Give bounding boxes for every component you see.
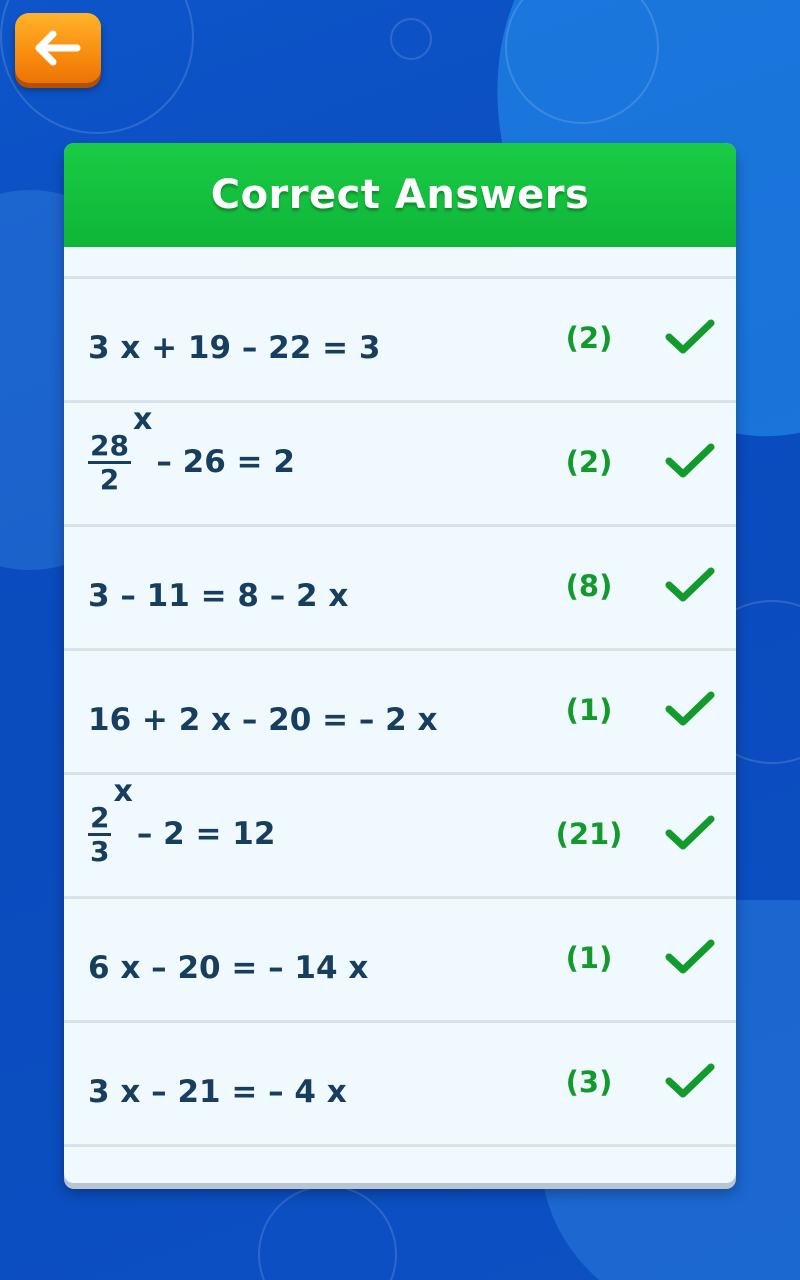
- answer-value: (1): [565, 693, 613, 727]
- check-icon: [665, 1063, 715, 1098]
- answer-row: 6 x – 20 = – 14 x (1): [64, 899, 736, 1023]
- back-button[interactable]: [15, 13, 101, 83]
- equation-text: 16 + 2 x – 20 = – 2 x: [88, 701, 438, 738]
- check-icon: [665, 691, 715, 726]
- fraction-variable: x: [113, 774, 133, 809]
- equation-text: – 26 = 2: [156, 443, 295, 480]
- answer-row: 2 3 x – 2 = 12 (21): [64, 775, 736, 899]
- fraction-denominator: 3: [90, 835, 110, 868]
- equation: 2 3 x – 2 = 12: [88, 775, 275, 896]
- answer-value: (1): [565, 941, 613, 975]
- equation: 28 2 x – 26 = 2: [88, 403, 295, 524]
- answer-value: (21): [555, 817, 623, 851]
- fraction-numerator: 28: [88, 429, 131, 464]
- correct-answers-panel: Correct Answers 3 x + 19 – 22 = 3 (2) 28…: [64, 143, 736, 1183]
- answer-value: (3): [565, 1065, 613, 1099]
- equation-text: – 2 = 12: [136, 815, 276, 852]
- fraction: 2 3: [88, 801, 112, 868]
- equation-text: 3 – 11 = 8 – 2 x: [88, 577, 349, 614]
- background-ring: [258, 1185, 397, 1280]
- answer-row: 3 x + 19 – 22 = 3 (2): [64, 279, 736, 403]
- answer-value: (8): [565, 569, 613, 603]
- answer-value: (2): [565, 445, 613, 479]
- check-icon: [665, 443, 715, 478]
- answer-row: 3 x – 21 = – 4 x (3): [64, 1023, 736, 1147]
- answer-row: 3 – 11 = 8 – 2 x (8): [64, 527, 736, 651]
- page-title: Correct Answers: [210, 172, 590, 218]
- fraction: 28 2: [88, 431, 131, 496]
- equation: 6 x – 20 = – 14 x: [88, 899, 368, 1020]
- equation-text: 6 x – 20 = – 14 x: [88, 949, 369, 986]
- check-icon: [665, 567, 715, 602]
- equation: 3 x – 21 = – 4 x: [88, 1023, 347, 1144]
- check-icon: [665, 815, 715, 850]
- answer-value: (2): [565, 321, 613, 355]
- check-icon: [665, 319, 715, 354]
- arrow-left-icon: [35, 30, 81, 66]
- answer-row: 16 + 2 x – 20 = – 2 x (1): [64, 651, 736, 775]
- equation-text: 3 x + 19 – 22 = 3: [88, 329, 381, 366]
- fraction-variable: x: [132, 402, 153, 437]
- panel-header: Correct Answers: [64, 143, 736, 247]
- fraction-denominator: 2: [99, 463, 120, 496]
- list-top-spacer: [64, 247, 736, 279]
- check-icon: [665, 939, 715, 974]
- equation-text: 3 x – 21 = – 4 x: [88, 1073, 347, 1110]
- equation: 3 – 11 = 8 – 2 x: [88, 527, 348, 648]
- background-ring: [390, 18, 432, 60]
- equation: 3 x + 19 – 22 = 3: [88, 279, 380, 400]
- fraction-numerator: 2: [88, 801, 112, 836]
- answer-row: 28 2 x – 26 = 2 (2): [64, 403, 736, 527]
- equation: 16 + 2 x – 20 = – 2 x: [88, 651, 438, 772]
